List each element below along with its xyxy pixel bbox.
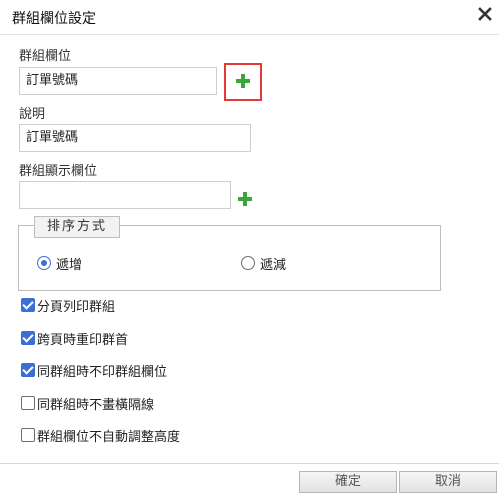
group-field-input[interactable]: 訂單號碼 [19,67,217,95]
display-field-label: 群組顯示欄位 [19,164,98,179]
option-label: 同群組時不印群組欄位 [37,365,168,380]
sort-ascending-label: 遞增 [56,258,83,273]
cancel-button[interactable]: 取消 [399,471,497,493]
option-label: 群組欄位不自動調整高度 [37,430,181,445]
option-checkbox[interactable] [21,298,35,312]
sort-descending-label: 遞減 [260,258,287,273]
plus-icon[interactable] [237,191,253,207]
option-checkbox[interactable] [21,428,35,442]
dialog-title: 群組欄位設定 [12,11,96,27]
ok-button[interactable]: 確定 [299,471,397,493]
sort-ascending-radio[interactable] [37,256,51,270]
sort-legend: 排序方式 [34,216,120,238]
sort-descending-radio[interactable] [241,256,255,270]
option-checkbox[interactable] [21,331,35,345]
display-field-input[interactable] [19,181,231,209]
description-label: 說明 [19,107,46,122]
option-checkbox[interactable] [21,363,35,377]
plus-icon[interactable] [235,73,251,89]
option-label: 同群組時不畫橫隔線 [37,398,155,413]
description-input[interactable]: 訂單號碼 [19,124,251,152]
group-field-label: 群組欄位 [19,49,72,64]
dialog-titlebar: 群組欄位設定 [0,0,499,35]
group-field-settings-dialog: 群組欄位設定 群組欄位 訂單號碼 說明 訂單號碼 群組顯示欄位 排序方式 遞增 … [0,0,499,498]
close-icon[interactable] [477,6,493,22]
option-label: 分頁列印群組 [37,300,116,315]
option-checkbox[interactable] [21,396,35,410]
option-label: 跨頁時重印群首 [37,333,129,348]
